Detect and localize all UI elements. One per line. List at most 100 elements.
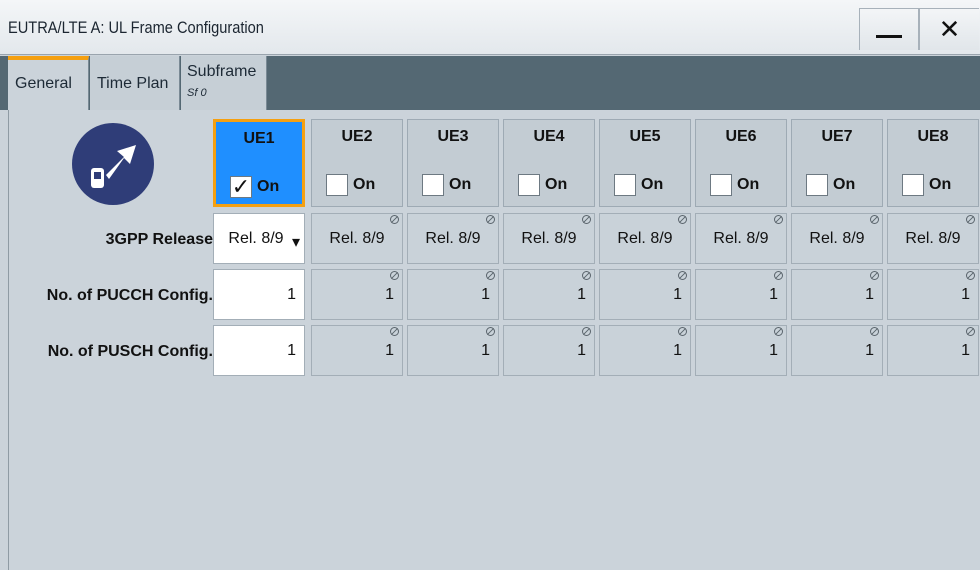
pucch-value: 1 (287, 286, 296, 303)
pusch-value: 1 (577, 342, 586, 359)
ue7-release-cell: Rel. 8/9 (791, 213, 883, 264)
ue2-on-checkbox[interactable] (326, 174, 348, 196)
pucch-value: 1 (385, 286, 394, 303)
tab-subframe-label: Subframe (187, 63, 257, 80)
locked-icon (870, 215, 879, 224)
ue-on-label: On (449, 176, 472, 193)
ue-name: UE8 (917, 128, 949, 145)
ue8-on-checkbox[interactable] (902, 174, 924, 196)
ue3-pucch-cell: 1 (407, 269, 499, 320)
release-value: Rel. 8/9 (521, 230, 577, 247)
ue1-release-cell[interactable]: Rel. 8/9 ▾ (213, 213, 305, 264)
locked-icon (486, 271, 495, 280)
ue-on-label: On (545, 176, 568, 193)
ue6-button[interactable]: UE6 On (695, 119, 787, 207)
ue4-pucch-cell: 1 (503, 269, 595, 320)
ue8-button[interactable]: UE8 On (887, 119, 979, 207)
row-label-pucch-config: No. of PUCCH Config. (46, 287, 213, 304)
ue5-release-cell: Rel. 8/9 (599, 213, 691, 264)
ue5-on-checkbox[interactable] (614, 174, 636, 196)
ue-on-label: On (257, 178, 280, 195)
ue2-pucch-cell: 1 (311, 269, 403, 320)
locked-icon (870, 271, 879, 280)
locked-icon (774, 215, 783, 224)
ue-name: UE7 (821, 128, 853, 145)
ue-on-label: On (737, 176, 760, 193)
ue-name: UE6 (725, 128, 757, 145)
ue7-button[interactable]: UE7 On (791, 119, 883, 207)
ue3-release-cell: Rel. 8/9 (407, 213, 499, 264)
ue-on-label: On (641, 176, 664, 193)
ue6-on-checkbox[interactable] (710, 174, 732, 196)
release-value: Rel. 8/9 (425, 230, 481, 247)
pusch-value: 1 (865, 342, 874, 359)
ue3-button[interactable]: UE3 On (407, 119, 499, 207)
ue7-on-checkbox[interactable] (806, 174, 828, 196)
tab-general-label: General (15, 75, 72, 92)
ue1-pucch-cell[interactable]: 1 (213, 269, 305, 320)
locked-icon (870, 327, 879, 336)
ue4-pusch-cell: 1 (503, 325, 595, 376)
tab-time-plan[interactable]: Time Plan (90, 56, 180, 110)
close-button[interactable]: ✕ (919, 8, 979, 50)
locked-icon (678, 271, 687, 280)
ue3-on-checkbox[interactable] (422, 174, 444, 196)
locked-icon (582, 215, 591, 224)
release-value: Rel. 8/9 (228, 230, 284, 247)
ue5-button[interactable]: UE5 On (599, 119, 691, 207)
release-value: Rel. 8/9 (329, 230, 385, 247)
ue5-pucch-cell: 1 (599, 269, 691, 320)
ue1-button[interactable]: UE1 ✓ On (213, 119, 305, 207)
ue1-pusch-cell[interactable]: 1 (213, 325, 305, 376)
close-icon: ✕ (938, 14, 961, 44)
locked-icon (390, 215, 399, 224)
minimize-button[interactable] (859, 8, 919, 50)
ue-on-label: On (353, 176, 376, 193)
ue-on-label: On (929, 176, 952, 193)
locked-icon (486, 215, 495, 224)
ue3-pusch-cell: 1 (407, 325, 499, 376)
tab-time-plan-label: Time Plan (97, 75, 169, 92)
locked-icon (390, 271, 399, 280)
ue2-pusch-cell: 1 (311, 325, 403, 376)
locked-icon (774, 327, 783, 336)
ue2-release-cell: Rel. 8/9 (311, 213, 403, 264)
pucch-value: 1 (673, 286, 682, 303)
ue-name: UE1 (243, 130, 275, 147)
release-value: Rel. 8/9 (713, 230, 769, 247)
ue2-button[interactable]: UE2 On (311, 119, 403, 207)
ue5-pusch-cell: 1 (599, 325, 691, 376)
pusch-value: 1 (673, 342, 682, 359)
tab-subframe[interactable]: Subframe Sf 0 (181, 56, 267, 110)
ue7-pucch-cell: 1 (791, 269, 883, 320)
ue4-button[interactable]: UE4 On (503, 119, 595, 207)
pucch-value: 1 (481, 286, 490, 303)
release-value: Rel. 8/9 (809, 230, 865, 247)
tab-general[interactable]: General (8, 56, 89, 110)
ue1-on-checkbox[interactable]: ✓ (230, 176, 252, 198)
ue-name: UE4 (533, 128, 565, 145)
tab-bar: General Time Plan Subframe Sf 0 (0, 56, 980, 110)
locked-icon (966, 215, 975, 224)
ue4-on-checkbox[interactable] (518, 174, 540, 196)
locked-icon (486, 327, 495, 336)
locked-icon (966, 327, 975, 336)
pucch-value: 1 (961, 286, 970, 303)
pusch-value: 1 (385, 342, 394, 359)
pucch-value: 1 (577, 286, 586, 303)
locked-icon (774, 271, 783, 280)
row-label-pusch-config: No. of PUSCH Config. (47, 343, 213, 360)
locked-icon (582, 271, 591, 280)
ue8-pusch-cell: 1 (887, 325, 979, 376)
ue8-release-cell: Rel. 8/9 (887, 213, 979, 264)
ue-uplink-icon (72, 123, 154, 205)
ue4-release-cell: Rel. 8/9 (503, 213, 595, 264)
pusch-value: 1 (769, 342, 778, 359)
ue6-pusch-cell: 1 (695, 325, 787, 376)
locked-icon (966, 271, 975, 280)
ue-name: UE2 (341, 128, 373, 145)
ue-name: UE5 (629, 128, 661, 145)
panel-edge (8, 110, 9, 570)
ue8-pucch-cell: 1 (887, 269, 979, 320)
pusch-value: 1 (481, 342, 490, 359)
